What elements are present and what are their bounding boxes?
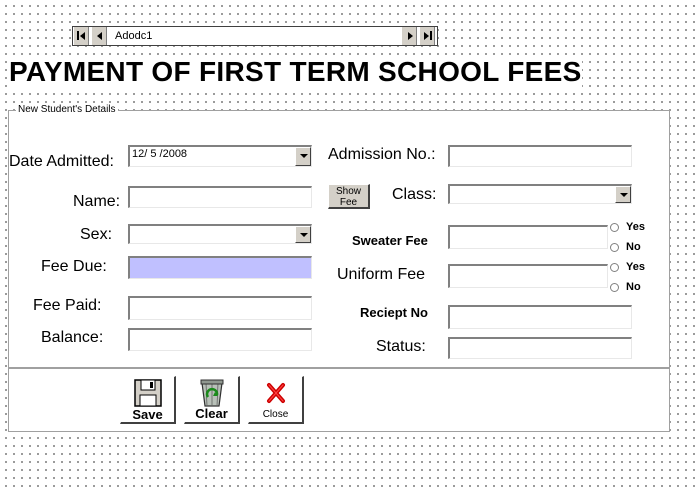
class-select[interactable]: [448, 184, 632, 204]
dropdown-arrow-icon[interactable]: [295, 147, 311, 166]
date-admitted-picker[interactable]: 12/ 5 /2008: [128, 145, 312, 167]
admission-no-label: Admission No.:: [328, 146, 436, 164]
sweater-no-label: No: [626, 241, 641, 253]
uniform-yes-label: Yes: [626, 261, 645, 273]
close-button[interactable]: Close: [248, 376, 304, 424]
uniform-yes-radio[interactable]: [610, 263, 619, 272]
uniform-no-radio[interactable]: [610, 283, 619, 292]
next-record-button[interactable]: [401, 27, 417, 45]
close-label: Close: [262, 409, 289, 420]
date-admitted-value: 12/ 5 /2008: [132, 148, 188, 160]
first-record-icon: [77, 31, 79, 40]
button-panel: [8, 368, 670, 432]
dropdown-arrow-icon[interactable]: [295, 226, 311, 243]
fee-paid-input[interactable]: [128, 296, 312, 320]
status-input[interactable]: [448, 337, 632, 359]
reciept-no-input[interactable]: [448, 305, 632, 329]
prev-record-icon: [97, 32, 102, 40]
adodc-navigator: Adodc1: [72, 26, 438, 46]
sweater-yes-radio[interactable]: [610, 223, 619, 232]
last-record-button[interactable]: [419, 27, 435, 45]
adodc-caption: Adodc1: [115, 30, 153, 42]
fee-due-input[interactable]: [128, 256, 312, 279]
save-label: Save: [132, 407, 163, 422]
uniform-fee-label: Uniform Fee: [337, 266, 426, 284]
show-fee-label-2: Fee: [339, 197, 358, 208]
reciept-no-label: Reciept No: [360, 305, 428, 320]
fee-paid-label: Fee Paid:: [33, 297, 102, 315]
balance-input[interactable]: [128, 328, 312, 351]
save-button[interactable]: Save: [120, 376, 176, 424]
frame-legend: New Student's Details: [16, 104, 118, 115]
uniform-fee-input[interactable]: [448, 264, 608, 288]
show-fee-button[interactable]: Show Fee: [328, 184, 370, 209]
date-admitted-label: Date Admitted:: [9, 153, 114, 171]
fee-due-label: Fee Due:: [41, 258, 107, 276]
first-record-button[interactable]: [73, 27, 89, 45]
admission-no-input[interactable]: [448, 145, 632, 167]
name-label: Name:: [73, 193, 121, 211]
sweater-fee-input[interactable]: [448, 225, 608, 249]
floppy-disk-icon: [133, 379, 162, 407]
class-label: Class:: [392, 186, 437, 204]
recycle-bin-icon: [200, 379, 223, 407]
sweater-fee-label: Sweater Fee: [352, 233, 428, 248]
dropdown-arrow-icon[interactable]: [615, 186, 631, 203]
name-input[interactable]: [128, 186, 312, 208]
clear-label: Clear: [195, 406, 228, 421]
red-x-icon: [266, 383, 285, 403]
uniform-no-label: No: [626, 281, 641, 293]
balance-label: Balance:: [41, 329, 104, 347]
sex-select[interactable]: [128, 224, 312, 244]
last-record-icon: [424, 32, 429, 40]
show-fee-label-1: Show: [335, 186, 361, 197]
sweater-yes-label: Yes: [626, 221, 645, 233]
sweater-no-radio[interactable]: [610, 243, 619, 252]
status-label: Status:: [376, 338, 426, 356]
clear-button[interactable]: Clear: [184, 376, 240, 424]
page-title: PAYMENT OF FIRST TERM SCHOOL FEES: [9, 56, 582, 88]
next-record-icon: [408, 32, 413, 40]
sex-label: Sex:: [80, 226, 113, 244]
prev-record-button[interactable]: [91, 27, 107, 45]
